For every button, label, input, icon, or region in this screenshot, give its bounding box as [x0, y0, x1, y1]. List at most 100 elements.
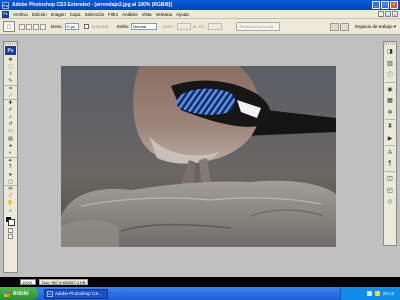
width-input[interactable]	[176, 23, 191, 30]
info-panel-icon[interactable]: ⓘ	[384, 70, 396, 80]
color-panel-icon[interactable]: ◉	[384, 84, 396, 94]
new-selection-icon[interactable]	[19, 23, 25, 30]
lasso-tool-icon[interactable]: ℓ	[4, 70, 17, 77]
layers-panel-icon[interactable]: ◫	[384, 174, 396, 184]
toolbox-grip[interactable]	[4, 42, 17, 45]
intersect-selection-icon[interactable]	[40, 23, 46, 30]
mask-mode-buttons	[4, 228, 17, 234]
document-canvas[interactable]	[61, 66, 336, 247]
eraser-tool-icon[interactable]: ▭	[4, 128, 17, 135]
paragraph-panel-icon[interactable]: ¶	[384, 159, 396, 169]
dock-separator	[385, 81, 395, 82]
add-selection-icon[interactable]	[26, 23, 32, 30]
doc-close-button[interactable]: ×	[392, 11, 398, 17]
menu-ventana[interactable]: Ventana	[154, 12, 175, 17]
taskbar-item-photoshop[interactable]: Ps Adobe Photoshop CS...	[44, 288, 108, 299]
subtract-selection-icon[interactable]	[33, 23, 39, 30]
photoshop-logo-icon[interactable]: Ps	[5, 46, 16, 55]
style-select[interactable]: Normal	[131, 23, 158, 30]
quick-selection-tool-icon[interactable]: ✎	[4, 78, 17, 85]
window-controls: _ □ ×	[372, 1, 398, 9]
notes-tool-icon[interactable]: ✉	[4, 185, 17, 192]
workspace-menu[interactable]: Espacio de trabajo ▾	[355, 24, 396, 30]
marquee-tool-icon[interactable]: ⬚	[4, 63, 17, 70]
navigator-panel-icon[interactable]: ◨	[384, 47, 396, 57]
photoshop-logo-icon: Ps	[2, 1, 9, 9]
document-window-controls: _ □ ×	[378, 11, 398, 17]
windows-taskbar: Inicio Ps Adobe Photoshop CS... 20:12	[0, 287, 400, 300]
clone-stamp-tool-icon[interactable]: ⊥	[4, 114, 17, 121]
smooth-checkbox[interactable]	[84, 24, 90, 29]
pen-tool-icon[interactable]: ✒	[4, 156, 17, 164]
menu-seleccion[interactable]: Selección	[83, 12, 107, 17]
tool-preset-picker[interactable]: ⬚	[3, 21, 15, 32]
menu-archivo[interactable]: Archivo	[11, 12, 30, 17]
menu-analisis[interactable]: Análisis	[120, 12, 140, 17]
actions-panel-icon[interactable]: ▶	[384, 133, 396, 143]
feather-input[interactable]: 0 px	[65, 23, 80, 30]
taskbar-item-label: Adobe Photoshop CS...	[55, 291, 103, 296]
screen-mode-icon[interactable]	[8, 234, 13, 240]
blur-tool-icon[interactable]: ●	[4, 142, 17, 149]
height-input[interactable]	[208, 23, 223, 30]
hand-tool-icon[interactable]: ✋	[4, 200, 17, 207]
feather-label: Desv.:	[51, 24, 64, 29]
document-size-info: Doc: 957,4 KB/957,4 KB	[39, 278, 89, 285]
doc-minimize-button[interactable]: _	[378, 11, 384, 17]
healing-brush-tool-icon[interactable]: ✚	[4, 99, 17, 106]
history-panel-icon[interactable]: ⧗	[384, 122, 396, 132]
brush-tool-icon[interactable]: ✐	[4, 106, 17, 113]
menu-vista[interactable]: Vista	[140, 12, 154, 17]
channels-panel-icon[interactable]: ◰	[384, 185, 396, 195]
styles-panel-icon[interactable]: ✲	[384, 107, 396, 117]
palette-tab[interactable]	[340, 23, 350, 31]
slice-tool-icon[interactable]: ⟋	[4, 92, 17, 99]
selection-mode-group	[19, 23, 46, 30]
dodge-tool-icon[interactable]: ◐	[4, 149, 17, 156]
type-tool-icon[interactable]: T	[4, 164, 17, 171]
gradient-tool-icon[interactable]: ▤	[4, 135, 17, 142]
palette-tab[interactable]	[330, 23, 340, 31]
background-color-swatch[interactable]	[8, 219, 15, 227]
crop-tool-icon[interactable]: ⌗	[4, 84, 17, 92]
swap-icon[interactable]: ⇄	[193, 24, 196, 29]
history-brush-tool-icon[interactable]: ↺	[4, 121, 17, 128]
menu-bar: Ps Archivo Edición Imagen Capa Selección…	[0, 10, 400, 19]
character-panel-icon[interactable]: A	[384, 148, 396, 158]
menu-edicion[interactable]: Edición	[30, 12, 49, 17]
window-title: Adobe Photoshop CS3 Extended - [arrendaj…	[12, 2, 173, 8]
width-label: Anch.:	[162, 24, 175, 29]
toolbox: Ps ✥ ⬚ ℓ ✎ ⌗ ⟋ ✚ ✐ ⊥ ↺ ▭ ▤ ● ◐ ✒ T ➤ ▢ ✉…	[3, 41, 18, 273]
network-icon[interactable]	[366, 291, 372, 296]
eyedropper-tool-icon[interactable]: ⁄	[4, 193, 17, 200]
status-menu-arrow-icon[interactable]: ▸	[89, 279, 91, 284]
paths-panel-icon[interactable]: ◇	[384, 197, 396, 207]
quick-mask-icon[interactable]	[8, 228, 13, 234]
palette-well	[330, 23, 350, 31]
menu-capa[interactable]: Capa	[68, 12, 83, 17]
refine-edge-button[interactable]: Perfeccionar borde...	[236, 22, 281, 31]
zoom-level-field[interactable]: 100%	[20, 278, 36, 285]
menu-filtro[interactable]: Filtro	[106, 12, 120, 17]
dock-separator	[385, 119, 395, 120]
move-tool-icon[interactable]: ✥	[4, 56, 17, 63]
path-selection-tool-icon[interactable]: ➤	[4, 171, 17, 178]
app-logo-icon: Ps	[2, 10, 9, 18]
screen-mode-buttons	[4, 234, 17, 240]
security-icon[interactable]	[374, 291, 380, 296]
smooth-label: Suavizar	[91, 24, 109, 29]
zoom-tool-icon[interactable]: ⌕	[4, 207, 17, 214]
menu-ayuda[interactable]: Ayuda	[174, 12, 191, 17]
doc-restore-button[interactable]: □	[385, 11, 391, 17]
close-button[interactable]: ×	[390, 1, 398, 9]
swatches-panel-icon[interactable]: ▦	[384, 96, 396, 106]
start-button[interactable]: Inicio	[0, 287, 38, 300]
workspace-area: Espacio de trabajo ▾	[330, 23, 396, 31]
minimize-button[interactable]: _	[372, 1, 380, 9]
histogram-panel-icon[interactable]: ▥	[384, 58, 396, 68]
maximize-button[interactable]: □	[381, 1, 389, 9]
dock-grip[interactable]	[384, 42, 396, 45]
menu-imagen[interactable]: Imagen	[49, 12, 68, 17]
rectangle-tool-icon[interactable]: ▢	[4, 178, 17, 185]
start-label: Inicio	[13, 290, 29, 297]
